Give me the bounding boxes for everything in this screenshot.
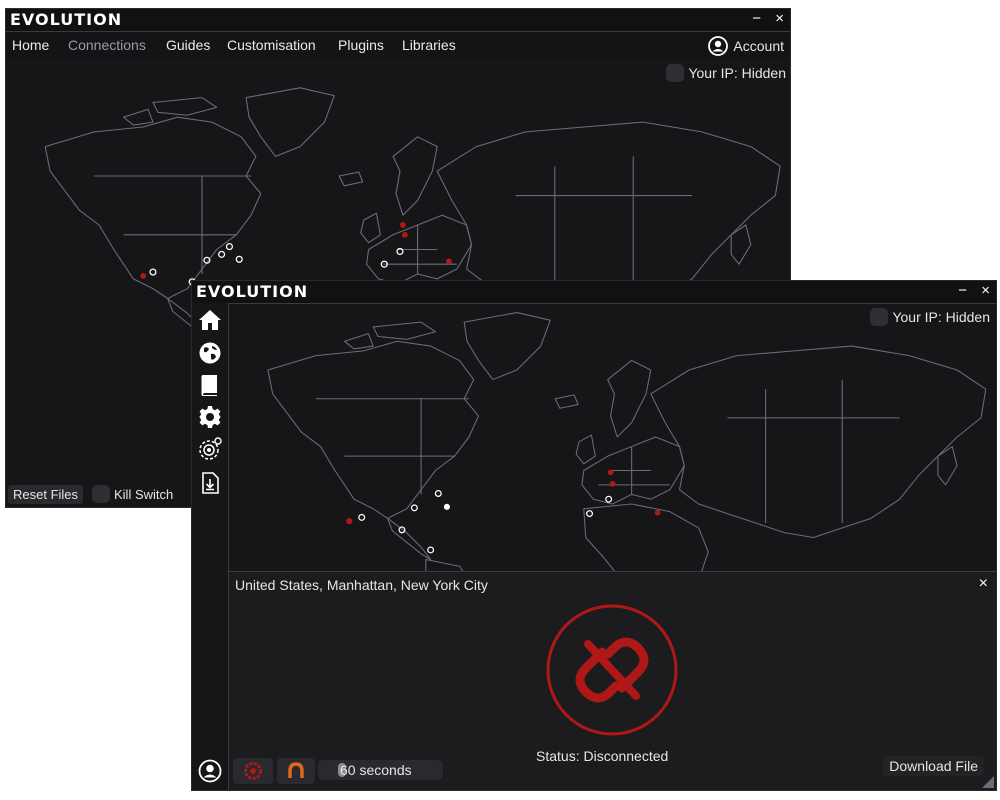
shield-gear-icon — [244, 762, 262, 780]
server-marker[interactable] — [225, 242, 234, 251]
book-icon[interactable] — [198, 373, 222, 397]
title-bar[interactable]: EVOLUTION − × — [192, 281, 996, 304]
server-marker-red[interactable] — [607, 469, 614, 476]
connection-status: Status: Disconnected — [536, 748, 669, 764]
account-icon — [708, 36, 729, 56]
server-marker-red[interactable] — [654, 509, 661, 516]
app-logo: EVOLUTION — [10, 10, 123, 29]
libraries-icon[interactable] — [198, 471, 222, 495]
home-icon[interactable] — [198, 308, 222, 332]
timer-slider[interactable]: 60 seconds — [318, 760, 443, 780]
server-marker-red[interactable] — [346, 518, 353, 525]
server-marker[interactable] — [434, 489, 442, 497]
world-map — [267, 312, 987, 571]
server-marker[interactable] — [398, 526, 406, 534]
panel-close-button[interactable]: × — [979, 575, 988, 593]
server-marker[interactable] — [149, 268, 157, 276]
connection-panel: United States, Manhattan, New York City … — [229, 571, 996, 790]
nav-customisation[interactable]: Customisation — [227, 37, 316, 53]
server-marker[interactable] — [427, 546, 435, 554]
app-logo: EVOLUTION — [196, 282, 309, 301]
sidebar — [192, 303, 229, 790]
globe-icon[interactable] — [198, 341, 222, 365]
server-marker-red[interactable] — [446, 258, 452, 265]
reset-files-button[interactable]: Reset Files — [8, 485, 84, 504]
settings-icon[interactable] — [198, 405, 222, 429]
nav-home[interactable]: Home — [12, 37, 49, 53]
kill-switch-label: Kill Switch — [114, 486, 174, 502]
server-marker-red[interactable] — [609, 481, 616, 487]
account-label: Account — [733, 38, 784, 54]
account-button[interactable]: Account — [708, 36, 784, 56]
close-button[interactable]: × — [981, 282, 990, 299]
nav-plugins[interactable]: Plugins — [338, 37, 384, 53]
title-bar[interactable]: EVOLUTION − × — [6, 9, 790, 32]
server-marker[interactable] — [218, 250, 226, 258]
protocol-red-button[interactable] — [233, 758, 273, 784]
server-marker-red[interactable] — [401, 231, 408, 238]
kill-switch-toggle[interactable]: Kill Switch — [92, 485, 173, 503]
location-label: United States, Manhattan, New York City — [235, 577, 488, 593]
server-marker-red[interactable] — [140, 273, 147, 279]
download-file-button[interactable]: Download File — [883, 756, 984, 776]
server-marker[interactable] — [586, 510, 594, 518]
plugins-icon[interactable] — [198, 437, 222, 461]
account-icon[interactable] — [198, 759, 222, 783]
server-marker[interactable] — [605, 495, 613, 503]
server-marker-selected[interactable] — [443, 503, 450, 510]
server-marker-red[interactable] — [399, 222, 406, 228]
broken-link-icon — [575, 637, 649, 703]
nav-guides[interactable]: Guides — [166, 37, 210, 53]
server-marker[interactable] — [358, 513, 366, 521]
minimize-button[interactable]: − — [958, 282, 967, 299]
top-nav: Home Connections Guides Customisation Pl… — [6, 32, 790, 60]
main-window: EVOLUTION − × Your IP: Hidden United Sta… — [192, 281, 996, 790]
connect-button[interactable] — [544, 602, 680, 738]
protocol-orange-button[interactable] — [277, 758, 315, 784]
nav-connections[interactable]: Connections — [68, 37, 146, 53]
resize-grip-icon[interactable] — [982, 776, 994, 788]
nav-libraries[interactable]: Libraries — [402, 37, 456, 53]
server-marker[interactable] — [235, 255, 243, 263]
server-marker[interactable] — [410, 504, 418, 512]
timer-value: 60 seconds — [340, 762, 412, 778]
close-button[interactable]: × — [775, 10, 784, 27]
kill-switch-checkbox[interactable] — [92, 485, 110, 503]
horseshoe-icon — [288, 762, 304, 778]
minimize-button[interactable]: − — [752, 10, 761, 27]
